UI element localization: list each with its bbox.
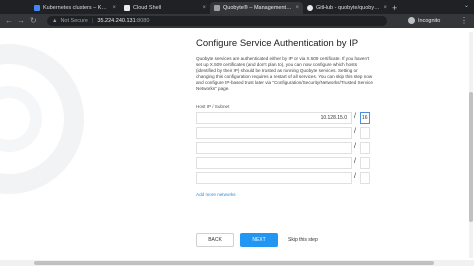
slash-separator: / xyxy=(354,128,356,135)
next-button[interactable]: NEXT xyxy=(240,233,278,247)
network-row: / xyxy=(196,127,374,139)
cloud-shell-favicon-icon xyxy=(124,5,130,11)
vertical-scrollbar-thumb[interactable] xyxy=(469,92,473,222)
address-bar[interactable]: ▲ Not Secure | 35.224.240.131 :8080 xyxy=(47,16,387,26)
network-row: / xyxy=(196,142,374,154)
tab-search-icon[interactable]: ⌄ xyxy=(464,2,469,9)
slash-separator: / xyxy=(354,158,356,165)
close-icon[interactable]: × xyxy=(112,5,116,11)
close-icon[interactable]: × xyxy=(295,5,299,11)
url-port: :8080 xyxy=(135,18,150,24)
warning-icon[interactable]: ▲ xyxy=(52,18,57,24)
forward-arrow-icon[interactable]: → xyxy=(17,16,25,25)
quobyte-favicon-icon xyxy=(214,5,220,11)
incognito-icon xyxy=(408,17,415,24)
slash-separator: / xyxy=(354,113,356,120)
close-icon[interactable]: × xyxy=(383,5,387,11)
ip-input[interactable] xyxy=(196,127,352,139)
slash-separator: / xyxy=(354,143,356,150)
tab-quobyte[interactable]: Quobyte® – Management Cons… × xyxy=(210,2,303,14)
back-arrow-icon[interactable]: ← xyxy=(5,16,13,25)
page-title: Configure Service Authentication by IP xyxy=(196,38,359,49)
kubernetes-favicon-icon xyxy=(34,5,40,11)
ip-input[interactable]: 10.128.15.0 xyxy=(196,112,352,124)
mask-input[interactable]: 16 xyxy=(360,112,370,124)
network-row: / xyxy=(196,157,374,169)
ip-input[interactable] xyxy=(196,157,352,169)
host-ip-label: Host IP / Subnet xyxy=(196,104,230,109)
new-tab-button[interactable]: + xyxy=(392,3,397,13)
close-icon[interactable]: × xyxy=(202,5,206,11)
reload-icon[interactable]: ↻ xyxy=(30,16,37,25)
add-more-networks-link[interactable]: Add more networks xyxy=(196,192,236,197)
horizontal-scrollbar-thumb[interactable] xyxy=(34,261,434,265)
mask-input[interactable] xyxy=(360,157,370,169)
menu-kebab-icon[interactable]: ⋮ xyxy=(460,16,468,25)
tab-label: GitHub - quobyte/quobyte-k8s-… xyxy=(316,5,380,11)
network-row: 10.128.15.0 / 16 xyxy=(196,112,374,124)
tab-kubernetes[interactable]: Kubernetes clusters – Kubern… × xyxy=(30,2,120,14)
ip-input[interactable] xyxy=(196,172,352,184)
github-favicon-icon xyxy=(307,5,313,11)
browser-tab-strip: Kubernetes clusters – Kubern… × Cloud Sh… xyxy=(0,0,474,14)
toolbar: ← → ↻ ▲ Not Secure | 35.224.240.131 :808… xyxy=(0,14,474,28)
mask-input[interactable] xyxy=(360,172,370,184)
mask-input[interactable] xyxy=(360,142,370,154)
separator: | xyxy=(91,18,94,24)
tab-label: Cloud Shell xyxy=(133,5,162,11)
network-row: / xyxy=(196,172,374,184)
profile-label: Incognito xyxy=(418,17,441,24)
tab-cloud-shell[interactable]: Cloud Shell × xyxy=(120,2,210,14)
incognito-indicator[interactable]: Incognito xyxy=(408,17,440,24)
back-button[interactable]: BACK xyxy=(196,233,234,247)
tab-label: Kubernetes clusters – Kubern… xyxy=(43,5,109,11)
slash-separator: / xyxy=(354,173,356,180)
security-label[interactable]: Not Secure xyxy=(60,18,88,24)
horizontal-scrollbar-track[interactable] xyxy=(0,260,474,266)
ip-input[interactable] xyxy=(196,142,352,154)
mask-input[interactable] xyxy=(360,127,370,139)
url-host: 35.224.240.131 xyxy=(97,18,136,24)
tab-label: Quobyte® – Management Cons… xyxy=(223,5,292,11)
skip-step-link[interactable]: Skip this step xyxy=(288,237,318,243)
description-text: Quobyte services are authenticated eithe… xyxy=(196,56,373,91)
tab-github[interactable]: GitHub - quobyte/quobyte-k8s-… × xyxy=(303,2,391,14)
